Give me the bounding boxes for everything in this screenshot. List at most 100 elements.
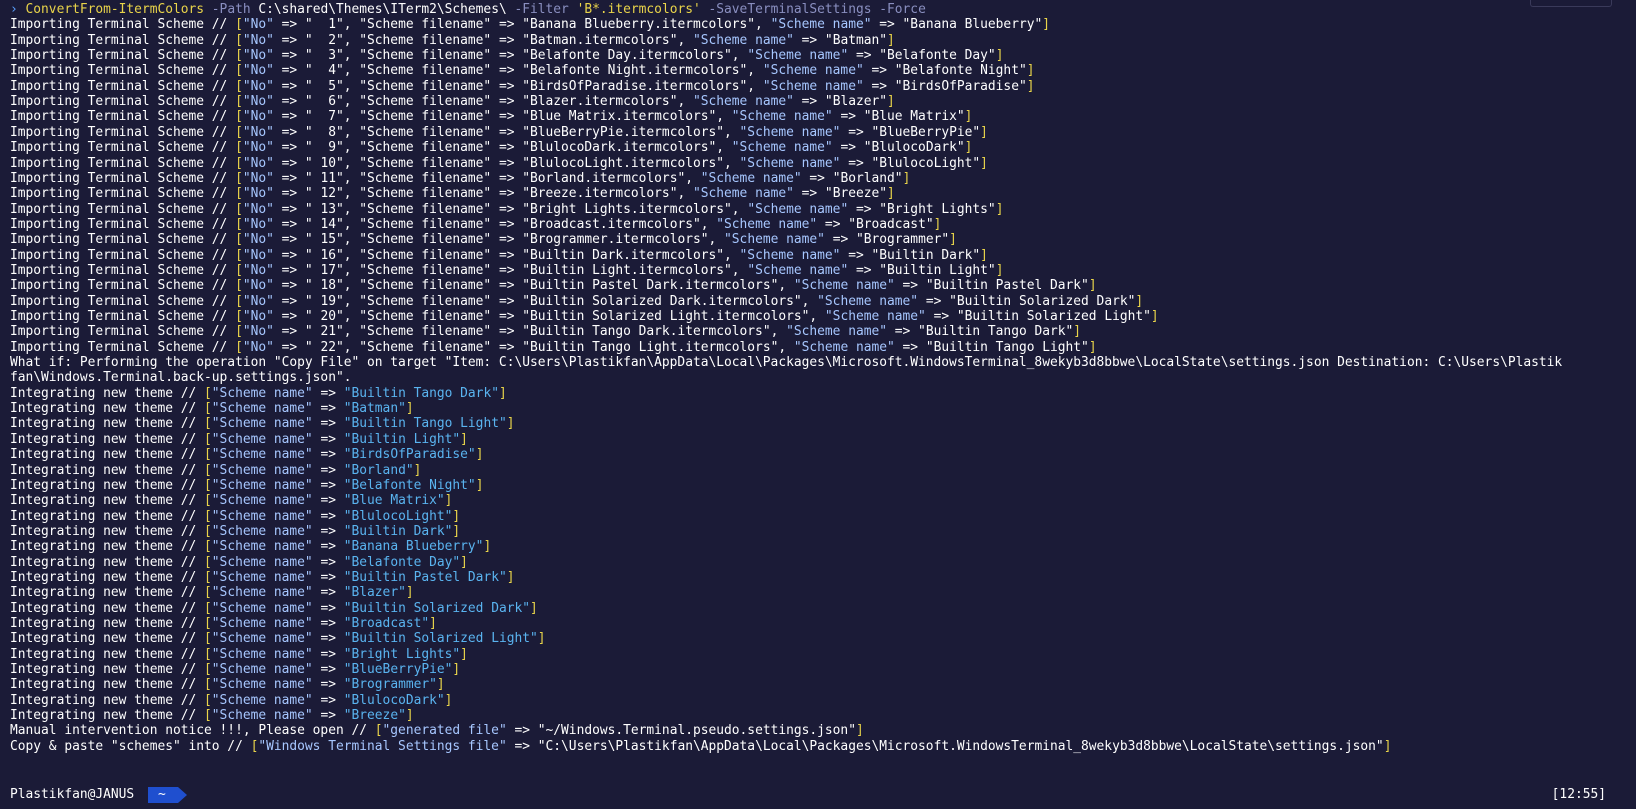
output-segment: Importing Terminal Scheme // xyxy=(10,339,236,355)
output-line: Integrating new theme // ["Scheme name" … xyxy=(10,601,538,617)
output-segment: "Scheme name" xyxy=(793,278,895,294)
output-segment: ] xyxy=(855,723,864,739)
output-segment: "Scheme name" xyxy=(211,616,313,631)
prompt-line[interactable]: Plastikfan@JANUS ~ [12:55] xyxy=(0,786,1636,804)
output-segment: => "Builtin Pastel Dark" xyxy=(894,278,1089,294)
output-segment: [ xyxy=(235,339,243,355)
output-line: Integrating new theme // ["Scheme name" … xyxy=(10,708,414,724)
output-segment: => " 19", "Scheme filename" => "Builtin … xyxy=(273,293,818,309)
output-segment: "Scheme name" xyxy=(770,17,872,33)
output-segment: => "Builtin Dark" xyxy=(840,247,981,263)
output-segment: Integrating new theme // xyxy=(10,477,205,493)
output-segment: [ xyxy=(235,278,243,294)
output-segment: "Scheme name" xyxy=(211,708,313,724)
prompt-arrow-icon xyxy=(178,787,187,803)
output-segment: => " 18", "Scheme filename" => "Builtin … xyxy=(273,278,794,294)
output-segment: => "BlulocoLight" xyxy=(840,155,981,171)
output-segment: Integrating new theme // xyxy=(10,646,205,662)
output-segment: => "BlulocoDark" xyxy=(832,140,965,156)
output-segment: [ xyxy=(235,262,243,278)
output-segment: "No" xyxy=(242,278,274,294)
prompt-clock: [12:55] xyxy=(1551,787,1606,802)
output-segment: ] xyxy=(460,554,468,570)
output-segment: Integrating new theme // xyxy=(10,554,205,570)
output-segment: [ xyxy=(235,48,243,64)
output-line: Importing Terminal Scheme // ["No" => " … xyxy=(10,33,895,49)
output-segment: Integrating new theme // xyxy=(10,523,205,539)
output-segment: => " 7", "Scheme filename" => "Blue Matr… xyxy=(273,109,732,125)
output-line: Importing Terminal Scheme // ["No" => " … xyxy=(10,202,1003,218)
output-segment: Importing Terminal Scheme // xyxy=(10,48,236,64)
output-segment: -Force xyxy=(871,2,926,17)
output-segment: => "Blue Matrix" xyxy=(832,109,965,125)
output-segment: ] xyxy=(506,416,515,432)
output-line: Importing Terminal Scheme // ["No" => " … xyxy=(10,125,988,141)
output-line: Integrating new theme // ["Scheme name" … xyxy=(10,509,460,525)
output-segment: "Scheme name" xyxy=(211,692,313,708)
output-segment: ] xyxy=(1150,309,1159,324)
output-segment: ] xyxy=(475,447,484,463)
output-segment: Importing Terminal Scheme // xyxy=(10,247,236,263)
output-segment: "No" xyxy=(242,186,274,202)
output-segment: "No" xyxy=(242,63,274,79)
output-segment: Integrating new theme // xyxy=(10,493,205,509)
terminal-window[interactable]: › ConvertFrom-ItermColors -Path C:\share… xyxy=(0,0,1636,809)
output-segment: ] xyxy=(452,662,461,678)
output-line: Integrating new theme // ["Scheme name" … xyxy=(10,447,483,463)
output-line: Integrating new theme // ["Scheme name" … xyxy=(10,524,460,540)
output-segment: ] xyxy=(460,431,468,447)
output-segment: [ xyxy=(235,293,243,309)
output-line: Integrating new theme // ["Scheme name" … xyxy=(10,416,515,432)
output-segment: "Scheme name" xyxy=(747,48,849,64)
output-segment: => xyxy=(312,523,344,539)
output-segment: => xyxy=(312,554,344,570)
output-segment: "BlulocoDark" xyxy=(343,692,445,708)
output-segment: => " 8", "Scheme filename" => "BlueBerry… xyxy=(273,124,740,140)
output-segment: "Breeze" xyxy=(343,708,406,724)
output-line: Integrating new theme // ["Scheme name" … xyxy=(10,401,414,417)
output-segment: "No" xyxy=(242,32,274,48)
output-segment: ] xyxy=(498,385,507,401)
output-segment: ] xyxy=(1026,63,1035,79)
output-segment: Integrating new theme // xyxy=(10,662,205,678)
output-segment: ] xyxy=(452,523,461,539)
output-segment: ] xyxy=(1026,78,1035,94)
output-segment: What if: Performing the operation "Copy … xyxy=(10,355,1563,371)
output-segment: => " 21", "Scheme filename" => "Builtin … xyxy=(273,324,787,340)
output-segment: ] xyxy=(506,569,515,585)
output-segment: ] xyxy=(902,170,911,186)
output-segment: "No" xyxy=(242,293,274,309)
output-segment: ] xyxy=(887,186,895,202)
output-segment: Manual intervention notice !!!, Please o… xyxy=(10,723,375,739)
output-segment: => "Borland" xyxy=(801,170,903,186)
output-segment: ] xyxy=(949,232,957,248)
output-segment: "No" xyxy=(242,109,274,125)
output-line: Importing Terminal Scheme // ["No" => " … xyxy=(10,94,895,110)
output-line: Importing Terminal Scheme // ["No" => " … xyxy=(10,248,988,264)
output-segment: -SaveTerminalSettings xyxy=(700,2,872,17)
output-segment: ] xyxy=(980,124,988,140)
output-segment: Integrating new theme // xyxy=(10,631,205,647)
output-line: Importing Terminal Scheme // ["No" => " … xyxy=(10,309,1159,325)
output-segment: [ xyxy=(204,508,212,524)
output-segment: ] xyxy=(405,585,414,601)
output-segment: [ xyxy=(235,170,243,186)
output-segment: [ xyxy=(235,124,243,140)
output-segment: Integrating new theme // xyxy=(10,401,205,417)
output-segment: ] xyxy=(887,32,895,48)
output-segment: "Scheme name" xyxy=(739,155,841,171)
output-segment: "No" xyxy=(242,124,274,140)
output-segment: ] xyxy=(475,477,484,493)
output-segment: "Windows Terminal Settings file" xyxy=(258,738,507,754)
output-segment: Importing Terminal Scheme // xyxy=(10,278,236,294)
output-line: Integrating new theme // ["Scheme name" … xyxy=(10,647,468,663)
output-segment: => xyxy=(312,539,344,555)
output-segment: "No" xyxy=(242,78,274,94)
output-segment: "Builtin Light" xyxy=(343,431,461,447)
output-segment: => " 13", "Scheme filename" => "Bright L… xyxy=(273,201,748,217)
output-line: Integrating new theme // ["Scheme name" … xyxy=(10,585,414,601)
output-segment: => xyxy=(312,600,344,616)
output-segment: "Scheme name" xyxy=(211,554,313,570)
output-segment: => " 10", "Scheme filename" => "BlulocoL… xyxy=(273,155,740,171)
output-segment: => " 20", "Scheme filename" => "Builtin … xyxy=(273,309,825,324)
